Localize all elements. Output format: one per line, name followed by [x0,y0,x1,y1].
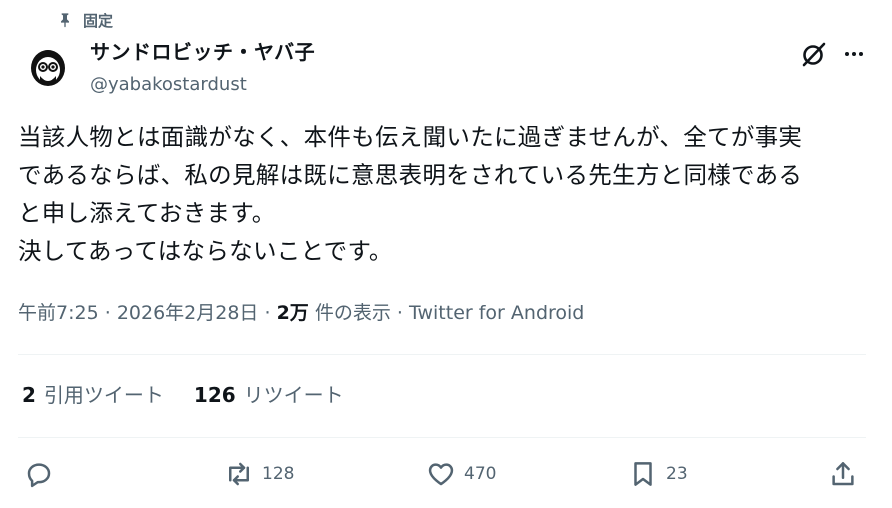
meta-separator: · [104,302,111,324]
more-options-button[interactable] [840,40,868,68]
like-button[interactable]: 470 [426,456,496,492]
tweet-time[interactable]: 午前7:25 [18,302,99,324]
tweet-client[interactable]: Twitter for Android [409,302,584,324]
avatar[interactable] [24,42,72,90]
tweet-text: 当該人物とは面識がなく、本件も伝え聞いたに過ぎませんが、全てが事実 であるならば… [18,123,803,265]
more-dot [852,52,856,56]
like-count: 470 [464,464,497,484]
meta-separator: · [264,302,271,324]
retweet-count: 126 [193,383,236,407]
pin-icon [61,13,69,28]
tweet-date[interactable]: 2026年2月28日 [117,302,259,324]
quote-count: 2 [22,383,36,407]
views-label: 件の表示 [314,302,391,324]
grok-icon[interactable] [800,40,828,68]
reply-button[interactable] [24,456,54,492]
bookmark-count: 23 [666,464,688,484]
more-dot [845,52,849,56]
meta-separator: · [396,302,403,324]
retweets-stat[interactable]: 126 リツイート [194,380,344,410]
quote-tweets-stat[interactable]: 2 引用ツイート [22,380,164,410]
retweet-action-count: 128 [262,464,295,484]
retweet-icon [229,462,249,486]
bookmark-button[interactable]: 23 [628,456,688,492]
heart-icon [428,463,454,486]
share-icon [832,462,854,486]
divider [18,437,866,438]
author-name[interactable]: サンドロビッチ・ヤバ子 [90,38,315,66]
tweet-meta: 午前7:25 · 2026年2月28日 · 2万 件の表示 · Twitter … [18,296,584,330]
retweet-button[interactable]: 128 [224,456,294,492]
views-count: 2万 [276,302,309,324]
pinned-indicator: 固定 [57,8,113,32]
divider [18,354,866,355]
bookmark-icon [634,462,652,486]
tweet-stats: 2 引用ツイート 126 リツイート [22,380,344,410]
quote-label: 引用ツイート [43,383,164,407]
share-button[interactable] [828,456,858,492]
more-dot [859,52,863,56]
pinned-label: 固定 [83,11,114,30]
retweet-label: リツイート [243,383,344,407]
author-handle[interactable]: @yabakostardust [90,72,247,98]
reply-icon [27,463,51,488]
